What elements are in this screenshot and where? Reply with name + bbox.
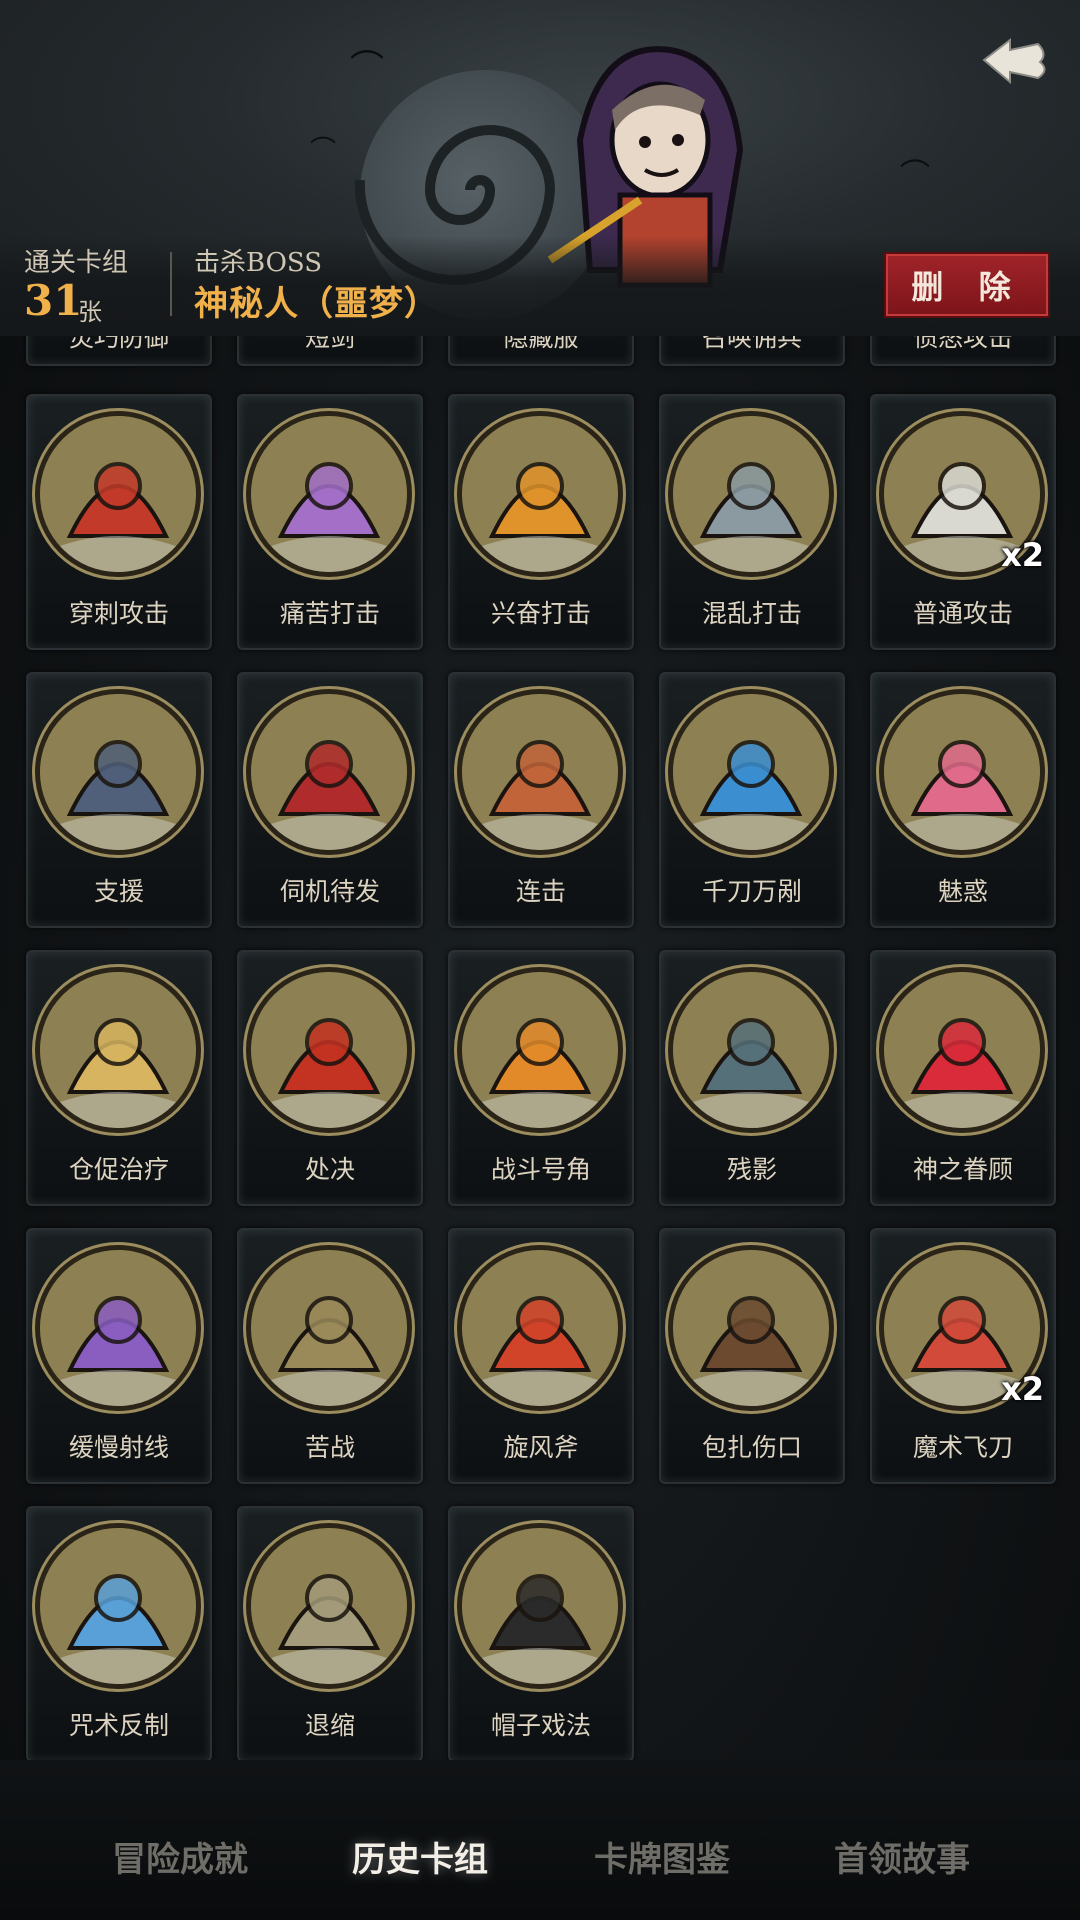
bat-icon: ⌒ (350, 48, 384, 88)
shield-warrior-icon (251, 1250, 407, 1406)
card-grid[interactable]: 灵巧防御 短剑 隐藏服 召唤佣兵 愤怒攻击穿刺攻击 痛苦打击 兴奋打击 混乱打击 普通攻击 x2 支… (0, 336, 1080, 1760)
bat-icon: ⌒ (900, 158, 930, 193)
bat-icon: ⌒ (310, 136, 337, 166)
card-name: 退缩 (304, 1711, 355, 1740)
card-name: 混乱打击 (701, 599, 802, 628)
hooded-warrior-icon (462, 416, 618, 572)
card[interactable]: 缓慢射线 (26, 1228, 212, 1484)
card-name: 魅惑 (937, 877, 988, 906)
card[interactable]: 穿刺攻击 (26, 394, 212, 650)
card[interactable]: 魅惑 (870, 672, 1056, 928)
card[interactable]: 普通攻击 x2 (870, 394, 1056, 650)
card-name: 穿刺攻击 (68, 599, 169, 628)
axe-icon (462, 1250, 618, 1406)
stat-divider (170, 252, 172, 316)
card-name: 魔术飞刀 (912, 1433, 1013, 1462)
rabbit-hat-icon (462, 1528, 618, 1684)
card-name: 愤怒攻击 (912, 336, 1013, 352)
card[interactable]: 混乱打击 (659, 394, 845, 650)
card-partial[interactable]: 灵巧防御 (26, 336, 212, 366)
card-name: 帽子戏法 (490, 1711, 591, 1740)
card-name: 咒术反制 (68, 1711, 169, 1740)
boss-name: 神秘人（噩梦） (194, 284, 439, 324)
card[interactable]: 仓促治疗 (26, 950, 212, 1206)
deck-unit: 张 (78, 298, 102, 326)
bottom-tab-bar: 冒险成就 历史卡组 卡牌图鉴 首领故事 (0, 1760, 1080, 1920)
card-count-badge: x2 (1001, 536, 1044, 574)
card[interactable]: 残影 (659, 950, 845, 1206)
card[interactable]: 支援 (26, 672, 212, 928)
tab-boss-stories[interactable]: 首领故事 (792, 1824, 1012, 1888)
card[interactable]: 伺机待发 (237, 672, 423, 928)
card[interactable]: 退缩 (237, 1506, 423, 1760)
card-name: 伺机待发 (279, 877, 380, 906)
witch-icon (40, 1528, 196, 1684)
card-name: 残影 (726, 1155, 777, 1184)
card-name: 处决 (304, 1155, 355, 1184)
card-partial[interactable]: 召唤佣兵 (659, 336, 845, 366)
hammer-icon (673, 416, 829, 572)
card[interactable]: 咒术反制 (26, 1506, 212, 1760)
card-name: 痛苦打击 (279, 599, 380, 628)
shadow-clones-icon (673, 972, 829, 1128)
horn-icon (462, 972, 618, 1128)
card[interactable]: 痛苦打击 (237, 394, 423, 650)
wizard-icon (40, 1250, 196, 1406)
card-count-badge: x2 (1001, 1370, 1044, 1408)
card[interactable]: 旋风斧 (448, 1228, 634, 1484)
back-button[interactable] (968, 24, 1060, 96)
card-name: 仓促治疗 (68, 1155, 169, 1184)
deck-count: 31 (24, 276, 83, 325)
archer-icon (462, 694, 618, 850)
card-partial[interactable]: 愤怒攻击 (870, 336, 1056, 366)
card-name: 战斗号角 (490, 1155, 591, 1184)
scroll-icon (40, 972, 196, 1128)
card-name: 兴奋打击 (490, 599, 591, 628)
boss-label: 击杀BOSS (194, 248, 323, 278)
card[interactable]: 处决 (237, 950, 423, 1206)
card-name: 包扎伤口 (701, 1433, 802, 1462)
card-name: 隐藏服 (503, 336, 579, 352)
card[interactable]: 战斗号角 (448, 950, 634, 1206)
card-name: 缓慢射线 (68, 1433, 169, 1462)
deck-label: 通关卡组 (24, 248, 129, 278)
card-name: 灵巧防御 (68, 336, 169, 352)
card[interactable]: 神之眷顾 (870, 950, 1056, 1206)
card-partial[interactable]: 短剑 (237, 336, 423, 366)
header-banner: ⌒ ⌒ ⌒ 通关卡组 31 张 击杀BOSS 神秘人（噩梦） 删 除 (0, 0, 1080, 336)
ghost-skull-icon (251, 416, 407, 572)
execution-icon (251, 972, 407, 1128)
assassin-icon (40, 694, 196, 850)
card-name: 苦战 (304, 1433, 355, 1462)
card-name: 普通攻击 (912, 599, 1013, 628)
card-name: 千刀万剐 (701, 877, 802, 906)
card-name: 短剑 (304, 336, 355, 352)
card-partial[interactable]: 隐藏服 (448, 336, 634, 366)
card[interactable]: 苦战 (237, 1228, 423, 1484)
masked-rogue-icon (251, 694, 407, 850)
card[interactable]: 兴奋打击 (448, 394, 634, 650)
card[interactable]: 帽子戏法 (448, 1506, 634, 1760)
card[interactable]: 魔术飞刀 x2 (870, 1228, 1056, 1484)
card-name: 支援 (93, 877, 144, 906)
blades-icon (673, 694, 829, 850)
tab-history-deck[interactable]: 历史卡组 (310, 1824, 530, 1888)
card-name: 连击 (515, 877, 566, 906)
card[interactable]: 包扎伤口 (659, 1228, 845, 1484)
charm-hearts-icon (884, 694, 1040, 850)
back-arrow-icon (982, 37, 1046, 85)
retreat-icon (251, 1528, 407, 1684)
angel-heart-icon (884, 972, 1040, 1128)
tab-achievements[interactable]: 冒险成就 (70, 1824, 290, 1888)
card-name: 旋风斧 (503, 1433, 579, 1462)
card-name: 召唤佣兵 (701, 336, 802, 352)
plague-doctor-icon (673, 1250, 829, 1406)
delete-button[interactable]: 删 除 (884, 252, 1050, 318)
card-name: 神之眷顾 (912, 1155, 1013, 1184)
spikes-icon (40, 416, 196, 572)
card[interactable]: 连击 (448, 672, 634, 928)
tab-card-gallery[interactable]: 卡牌图鉴 (552, 1824, 772, 1888)
card[interactable]: 千刀万剐 (659, 672, 845, 928)
